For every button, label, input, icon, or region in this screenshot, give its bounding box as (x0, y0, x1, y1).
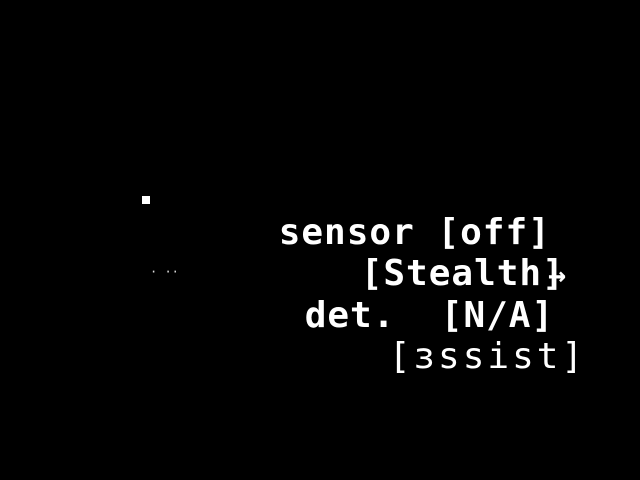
mode-row[interactable]: [Stealth] (270, 214, 565, 294)
detection-noise: · ·· (150, 265, 179, 279)
detection-row[interactable]: det. [N/A] (214, 256, 554, 336)
menu-screen: sensor [off] [Stealth] · ·· det. [N/A] →… (0, 0, 640, 480)
arrow-right-icon[interactable]: → (548, 256, 566, 296)
sensor-row[interactable]: sensor [off] (188, 173, 551, 253)
bullet-dot-icon (142, 196, 150, 204)
assist-row[interactable]: [зѕѕist] (298, 297, 586, 377)
assist-value[interactable]: [зѕѕist] (389, 336, 586, 377)
